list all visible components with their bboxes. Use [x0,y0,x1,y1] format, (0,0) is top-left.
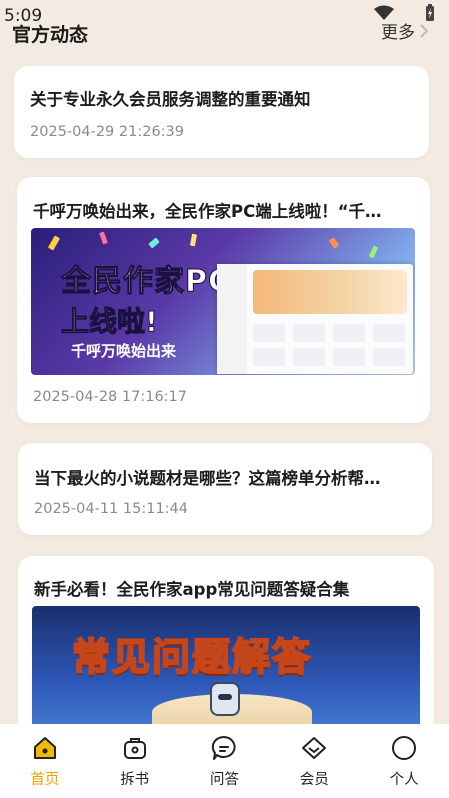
post-date: 2025-04-11 15:11:44 [34,501,188,517]
nav-label-member: 会员 [299,772,329,788]
chevron-right-icon [420,23,429,38]
banner-headline: 常见问题解答 [71,634,313,680]
chat-bubble-icon [212,735,237,760]
home-icon [33,737,56,759]
post-card[interactable]: 新手必看！全民作家app常见问题答疑合集 常见问题解答 [18,556,434,736]
post-title: 当下最火的小说题材是哪些？这篇榜单分析帮… [34,469,381,488]
pc-screenshot-illustration [217,264,413,374]
book-bag-icon [123,738,146,759]
banner-subtitle: 千呼万唤始出来 [71,342,177,360]
post-card[interactable]: 关于专业永久会员服务调整的重要通知 2025-04-29 21:26:39 [14,66,429,158]
nav-label-home: 首页 [30,772,60,788]
bottom-navigation: 首页 拆书 问答 会员 个人 [0,724,449,798]
post-banner-image: 全民作家PC端 上线啦! 千呼万唤始出来 [31,228,415,375]
nav-item-member[interactable]: 会员 [279,734,349,789]
more-label: 更多 [381,23,415,43]
page-title: 官方动态 [12,24,89,46]
page-header: 官方动态 更多 [0,14,449,50]
post-card[interactable]: 千呼万唤始出来，全民作家PC端上线啦！“千… 全民作家PC端 上线啦! 千呼万唤… [17,177,430,423]
more-link[interactable]: 更多 [381,18,429,43]
post-banner-image: 常见问题解答 [32,606,420,736]
nav-item-qa[interactable]: 问答 [189,734,259,789]
nav-item-home[interactable]: 首页 [10,734,80,789]
nav-label-qa: 问答 [209,772,239,788]
post-date: 2025-04-28 17:16:17 [33,389,187,405]
banner-headline-2: 上线啦! [61,305,159,339]
nav-label-chaishu: 拆书 [120,772,150,788]
nav-item-profile[interactable]: 个人 [369,734,439,789]
post-title: 新手必看！全民作家app常见问题答疑合集 [34,580,350,599]
nav-label-profile: 个人 [389,772,419,788]
nav-item-chaishu[interactable]: 拆书 [100,734,170,789]
post-title: 千呼万唤始出来，全民作家PC端上线啦！“千… [33,202,382,221]
diamond-icon [302,737,327,759]
robot-illustration [210,682,240,716]
user-circle-icon [392,736,417,760]
post-date: 2025-04-29 21:26:39 [30,124,184,140]
post-title: 关于专业永久会员服务调整的重要通知 [30,90,311,109]
post-card[interactable]: 当下最火的小说题材是哪些？这篇榜单分析帮… 2025-04-11 15:11:4… [18,443,432,535]
